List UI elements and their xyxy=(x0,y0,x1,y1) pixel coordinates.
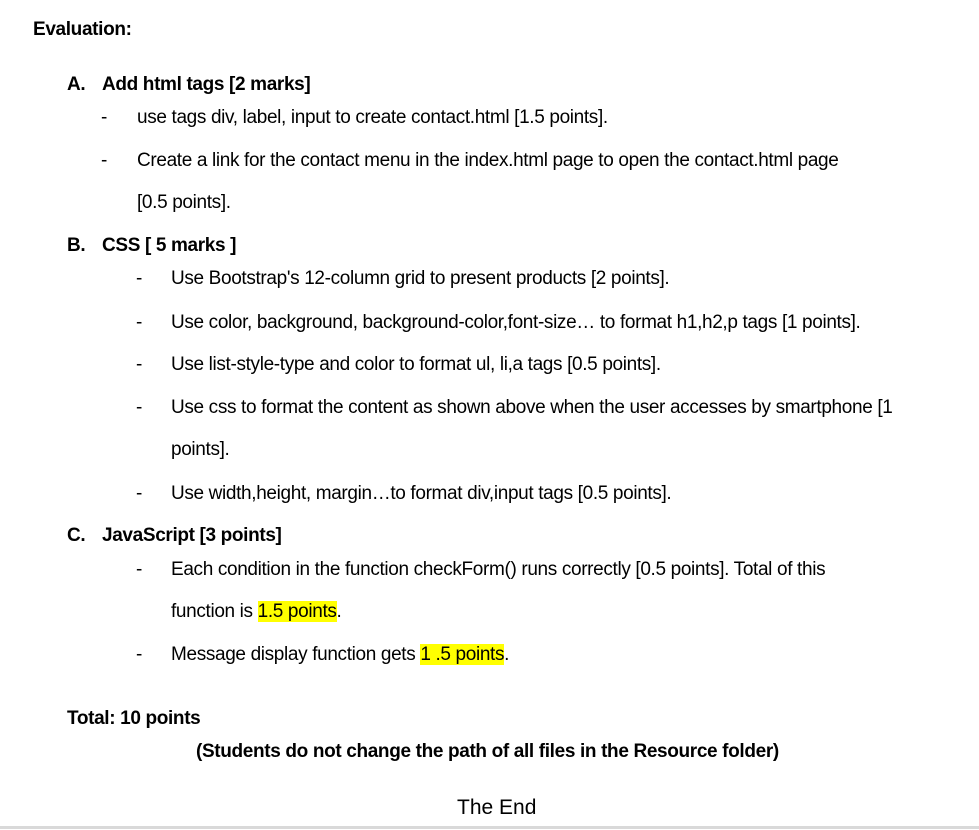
document-page: Evaluation: A. Add html tags [2 marks] -… xyxy=(0,0,979,830)
section-c-item-1-cont: function is 1.5 points. xyxy=(171,600,342,624)
section-a-label: A. xyxy=(67,74,86,95)
students-note: (Students do not change the path of all … xyxy=(196,741,779,762)
the-end: The End xyxy=(457,796,537,819)
section-b-item-4: Use css to format the content as shown a… xyxy=(171,397,893,418)
bullet-dash: - xyxy=(136,354,143,375)
section-b-item-1: Use Bootstrap's 12-column grid to presen… xyxy=(171,268,670,289)
text-fragment: function is xyxy=(171,601,258,622)
text-fragment: Message display function gets xyxy=(171,644,421,665)
bullet-dash: - xyxy=(136,559,143,580)
bullet-dash: - xyxy=(136,397,143,418)
section-a-item-2-cont: [0.5 points]. xyxy=(137,192,231,213)
bullet-dash: - xyxy=(101,150,108,171)
text-fragment: . xyxy=(504,644,510,665)
page-bottom-rule xyxy=(0,826,979,829)
highlighted-points: 1.5 points xyxy=(257,601,337,622)
section-a-item-2: Create a link for the contact menu in th… xyxy=(137,150,839,171)
section-b-item-2: Use color, background, background-color,… xyxy=(171,312,861,333)
text-fragment: . xyxy=(336,601,342,622)
section-a-item-1: use tags div, label, input to create con… xyxy=(137,107,608,128)
bullet-dash: - xyxy=(136,268,143,289)
section-b-title: CSS [ 5 marks ] xyxy=(102,235,237,256)
section-c-title: JavaScript [3 points] xyxy=(102,525,282,546)
section-c-item-2: Message display function gets 1 .5 point… xyxy=(171,643,509,667)
section-b-label: B. xyxy=(67,235,86,256)
section-b-item-4-cont: points]. xyxy=(171,439,230,460)
bullet-dash: - xyxy=(136,312,143,333)
section-b-item-5: Use width,height, margin…to format div,i… xyxy=(171,483,672,504)
section-b-item-3: Use list-style-type and color to format … xyxy=(171,354,661,375)
bullet-dash: - xyxy=(136,483,143,504)
highlighted-points: 1 .5 points xyxy=(420,644,505,665)
total-points: Total: 10 points xyxy=(67,708,201,729)
section-c-item-1: Each condition in the function checkForm… xyxy=(171,559,826,580)
section-a-title: Add html tags [2 marks] xyxy=(102,74,311,95)
evaluation-heading: Evaluation: xyxy=(33,19,132,40)
bullet-dash: - xyxy=(101,107,108,128)
section-c-label: C. xyxy=(67,525,86,546)
bullet-dash: - xyxy=(136,644,143,665)
